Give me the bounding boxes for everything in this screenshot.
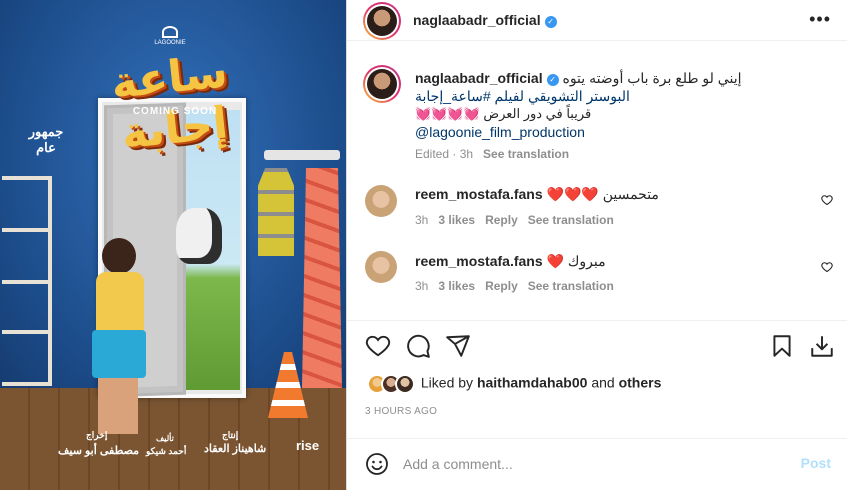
- comment-avatar[interactable]: [365, 185, 397, 217]
- action-bar: [347, 321, 847, 371]
- liked-by: Liked by haithamdahab00 and others: [367, 374, 661, 398]
- comment-like-icon[interactable]: [821, 261, 833, 273]
- header-user: naglaabadr_official ✓: [413, 12, 557, 28]
- comment-username[interactable]: reem_mostafa.fans: [415, 186, 543, 202]
- caption-line-1: إيني لو طلع برة باب أوضته يتوه: [562, 70, 742, 86]
- liked-by-and: and: [591, 374, 615, 391]
- caption-hashtag-line[interactable]: البوستر التشويقي لفيلم #ساعة_إجابة: [415, 88, 630, 104]
- poster-logo: LAGOONIE: [150, 26, 190, 46]
- poster-title: ساعة إجابة: [108, 46, 231, 160]
- post-panel: naglaabadr_official ✓ ••• naglaabadr_offi…: [346, 0, 847, 490]
- poster-rating: جمهور عام: [28, 124, 64, 155]
- comment-avatar[interactable]: [365, 251, 397, 283]
- liked-by-others[interactable]: others: [619, 375, 662, 391]
- caption-line-2: البوستر التشويقي لفيلم #ساعة_إجابة: [415, 87, 735, 105]
- credit-writer-label: تأليف: [156, 434, 174, 443]
- caption-mention[interactable]: @lagoonie_film_production: [415, 124, 585, 140]
- poster-flag: [302, 168, 342, 388]
- comment-like-icon[interactable]: [821, 194, 833, 206]
- liked-by-prefix: Liked by: [420, 374, 474, 391]
- more-options-icon[interactable]: •••: [809, 10, 831, 28]
- liked-by-user[interactable]: haithamdahab00: [477, 375, 587, 391]
- credit-producer: شاهيناز العقاد: [204, 443, 267, 455]
- add-comment-bar: Post: [347, 438, 847, 490]
- emoji-icon[interactable]: [365, 452, 389, 476]
- header-avatar[interactable]: [363, 2, 401, 40]
- comments-list: naglaabadr_official ✓ إيني لو طلع برة باب…: [347, 41, 847, 321]
- liker-avatars[interactable]: [367, 374, 417, 394]
- poster-credits: إخراج مصطفى أبو سيف تأليف أحمد شيكو إنتا…: [0, 410, 346, 490]
- credit-director: مصطفى أبو سيف: [58, 445, 140, 457]
- poster-shelf: [2, 176, 52, 386]
- verified-badge-icon: ✓: [546, 74, 559, 86]
- caption-line-3: قريباً في دور العرض 💓💓💓💓: [415, 106, 592, 121]
- comment-item: reem_mostafa.fans مبروك ❤️: [415, 252, 606, 270]
- poster-cow: [176, 208, 222, 264]
- share-icon[interactable]: [445, 333, 471, 359]
- heart-icon[interactable]: [365, 333, 391, 359]
- comment-see-translation[interactable]: See translation: [528, 213, 614, 227]
- poster-vest: [258, 168, 294, 256]
- comment-likes[interactable]: 3 likes: [438, 213, 475, 227]
- comment-reply-button[interactable]: Reply: [485, 213, 518, 227]
- credit-producer-label: إنتاج: [222, 430, 239, 440]
- comment-time: 3h: [415, 279, 429, 293]
- poster-coming-soon: COMING SOON: [132, 106, 218, 117]
- credit-writer: أحمد شيكو: [146, 446, 187, 456]
- caption-username[interactable]: naglaabadr_official: [415, 70, 543, 86]
- caption-avatar[interactable]: [363, 65, 401, 103]
- caption-meta: Edited · 3h See translation: [415, 147, 579, 161]
- post-header: naglaabadr_official ✓ •••: [347, 0, 847, 41]
- credit-distributor: rise: [296, 438, 320, 453]
- download-icon[interactable]: [809, 333, 835, 359]
- poster-coat-hooks: [264, 150, 340, 160]
- poster-logo-text: LAGOONIE: [154, 40, 186, 46]
- comment-text: مبروك ❤️: [546, 253, 606, 269]
- caption-edited: Edited · 3h: [415, 147, 474, 161]
- post-image[interactable]: LAGOONIE ساعة إجابة COMING SOON جمهور عا…: [0, 0, 346, 490]
- caption-see-translation[interactable]: See translation: [483, 147, 569, 161]
- comment-see-translation[interactable]: See translation: [528, 279, 614, 293]
- caption: naglaabadr_official ✓ إيني لو طلع برة باب…: [415, 69, 741, 141]
- credit-director-label: إخراج: [86, 430, 108, 440]
- header-username[interactable]: naglaabadr_official: [413, 12, 541, 28]
- comment-time: 3h: [415, 213, 429, 227]
- comment-username[interactable]: reem_mostafa.fans: [415, 253, 543, 269]
- comment-likes[interactable]: 3 likes: [438, 279, 475, 293]
- comment-meta: 3h 3 likes Reply See translation: [415, 213, 624, 227]
- post-button[interactable]: Post: [801, 455, 831, 471]
- post-timestamp[interactable]: 3 HOURS AGO: [365, 406, 437, 417]
- poster-boy: [88, 238, 152, 438]
- bookmark-icon[interactable]: [769, 333, 795, 359]
- verified-badge-icon: ✓: [544, 16, 557, 28]
- comment-text: متحمسين ❤️❤️❤️: [546, 186, 659, 202]
- comment-item: reem_mostafa.fans متحمسين ❤️❤️❤️: [415, 185, 659, 203]
- comment-reply-button[interactable]: Reply: [485, 279, 518, 293]
- comment-meta: 3h 3 likes Reply See translation: [415, 279, 624, 293]
- add-comment-input[interactable]: [403, 453, 763, 475]
- comment-icon[interactable]: [405, 333, 431, 359]
